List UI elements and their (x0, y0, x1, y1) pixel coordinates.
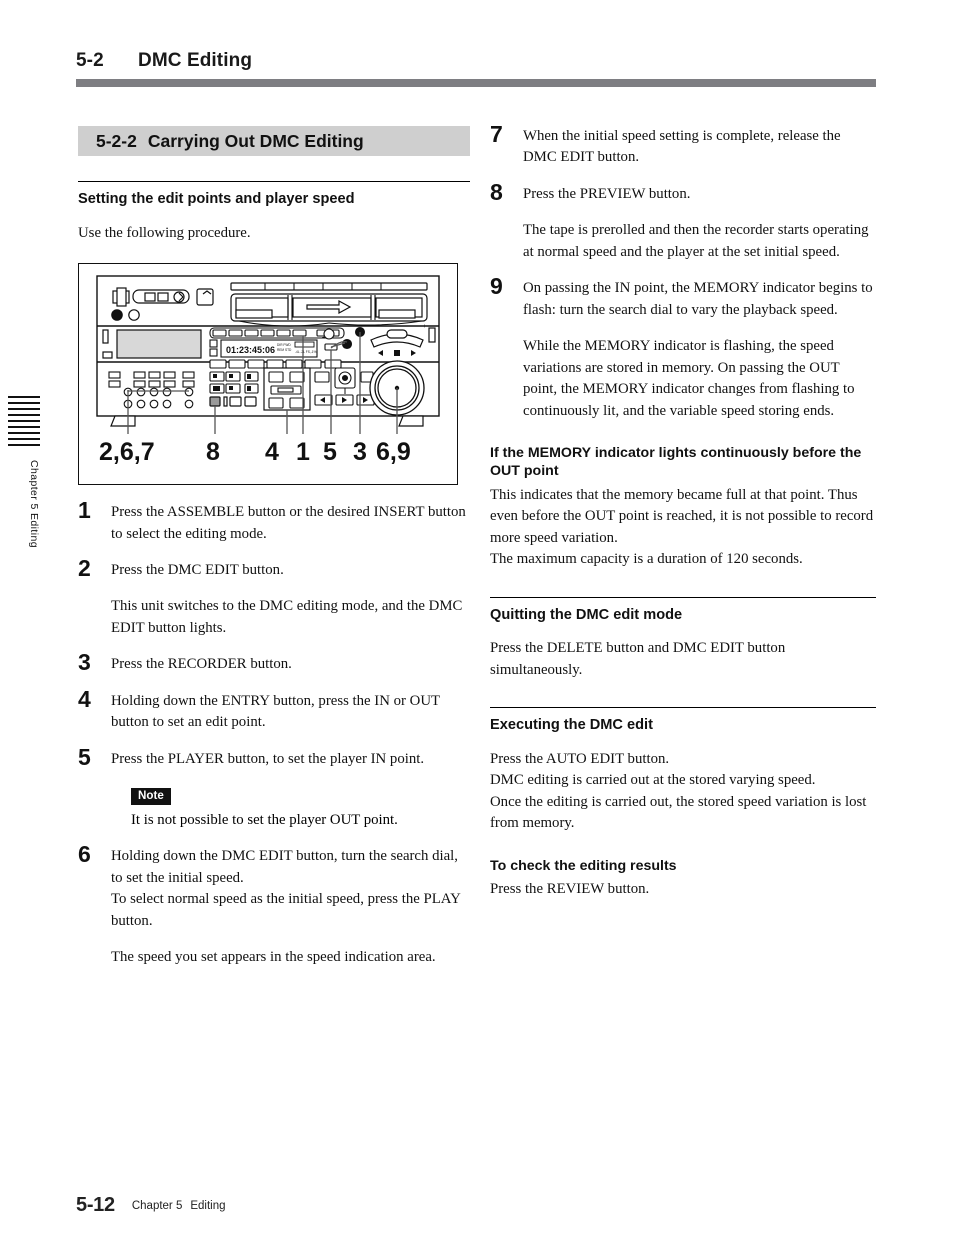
step-2: 2 Press the DMC EDIT button. This unit s… (78, 555, 470, 639)
note-text: It is not possible to set the player OUT… (131, 811, 398, 828)
check-results-body: Press the REVIEW button. (490, 881, 650, 898)
right-steps-list: 7 When the initial speed setting is comp… (490, 121, 876, 422)
step-4: 4 Holding down the ENTRY button, press t… (78, 686, 470, 734)
step-text: On passing the IN point, the MEMORY indi… (523, 280, 873, 318)
vtr-diagram: 01:23:45:06 DIR FWD REM STD -4L -2L FS,-… (96, 275, 440, 466)
running-head-number: 5-2 (76, 50, 104, 71)
executing-rule: Executing the DMC edit (490, 707, 876, 735)
footer-section: Editing (190, 1200, 226, 1212)
step-3: 3 Press the RECORDER button. (78, 649, 470, 675)
note-block: Note It is not possible to set the playe… (111, 786, 470, 831)
step-9: 9 On passing the IN point, the MEMORY in… (490, 273, 876, 422)
callout-267: 2,6,7 (99, 438, 155, 466)
chapter-thumb-tab: Chapter 5 Editing (8, 396, 40, 548)
svg-text:DIR FWD: DIR FWD (277, 343, 291, 347)
document-page: 5-2 DMC Editing Chapter 5 Editing 5-2-2 Ca… (0, 0, 954, 1244)
step-text: Press the PLAYER button, to set the play… (111, 750, 425, 767)
page-footer: 5-12 Chapter 5 Editing (76, 1194, 226, 1217)
step-text: Press the PREVIEW button. (523, 185, 691, 202)
chapter-tab-label: Chapter 5 Editing (28, 460, 40, 548)
callout-3: 3 (353, 438, 367, 466)
step-text: Press the RECORDER button. (111, 656, 292, 673)
running-head-title: DMC Editing (138, 50, 253, 71)
step-number: 6 (78, 841, 91, 868)
step-detail: The tape is prerolled and then the recor… (523, 222, 869, 260)
executing-heading: Executing the DMC edit (490, 717, 653, 734)
quitting-heading: Quitting the DMC edit mode (490, 606, 683, 623)
executing-body: Press the AUTO EDIT button. DMC editing … (490, 750, 867, 832)
section-title: Carrying Out DMC Editing (147, 131, 364, 151)
quitting-rule: Quitting the DMC edit mode (490, 596, 876, 625)
right-column: 7 When the initial speed setting is comp… (490, 121, 876, 901)
svg-text:-4L -2L FS,-1%: -4L -2L FS,-1% (295, 350, 317, 354)
step-text: Holding down the DMC EDIT button, turn t… (111, 848, 461, 929)
step-1: 1 Press the ASSEMBLE button or the desir… (78, 497, 470, 545)
step-number: 5 (78, 743, 91, 770)
vtr-front-panel-figure: 01:23:45:06 DIR FWD REM STD -4L -2L FS,-… (78, 263, 458, 486)
step-number: 3 (78, 649, 91, 676)
step-number: 2 (78, 555, 91, 582)
quitting-body: Press the DELETE button and DMC EDIT but… (490, 640, 786, 678)
step-number: 9 (490, 273, 503, 300)
step-detail: While the MEMORY indicator is flashing, … (523, 338, 855, 419)
thumb-tab-bars (8, 396, 40, 446)
step-text: Press the DMC EDIT button. (111, 562, 284, 579)
callout-1: 1 (296, 438, 310, 466)
section-heading: 5-2-2 Carrying Out DMC Editing (78, 126, 470, 156)
running-head: 5-2 DMC Editing (76, 50, 876, 72)
callout-69: 6,9 (376, 438, 411, 466)
running-head-rule (76, 79, 876, 87)
footer-page-number: 5-12 (76, 1194, 115, 1216)
step-number: 4 (78, 685, 91, 712)
step-number: 1 (78, 497, 91, 524)
step-5: 5 Press the PLAYER button, to set the pl… (78, 744, 470, 832)
left-steps-list: 1 Press the ASSEMBLE button or the desir… (78, 497, 470, 968)
svg-text:+: + (322, 335, 325, 341)
step-detail: The speed you set appears in the speed i… (111, 949, 436, 966)
step-text: Holding down the ENTRY button, press the… (111, 692, 440, 731)
memory-note-body: This indicates that the memory became fu… (490, 486, 874, 568)
memory-note-heading: If the MEMORY indicator lights continuou… (490, 444, 862, 480)
section-number: 5-2-2 (96, 131, 137, 151)
step-detail: This unit switches to the DMC editing mo… (111, 598, 463, 636)
callout-8: 8 (206, 438, 220, 466)
timecode-value: 01:23:45:06 (226, 345, 275, 355)
svg-text:+: + (423, 324, 427, 330)
left-intro: Use the following procedure. (78, 224, 251, 241)
left-heading: Setting the edit points and player speed (78, 191, 355, 207)
subsection-rule: Setting the edit points and player speed (78, 181, 470, 209)
note-badge: Note (131, 788, 171, 805)
left-column: 5-2-2 Carrying Out DMC Editing Setting th… (78, 126, 470, 969)
step-text: When the initial speed setting is comple… (523, 128, 841, 166)
step-text: Press the ASSEMBLE button or the desired… (111, 504, 466, 542)
step-8: 8 Press the PREVIEW button. The tape is … (490, 179, 876, 263)
svg-text:REM STD: REM STD (277, 348, 292, 352)
step-number: 8 (490, 178, 503, 205)
check-results-heading: To check the editing results (490, 857, 677, 874)
step-number: 7 (490, 121, 503, 147)
callout-5: 5 (323, 438, 337, 466)
step-6: 6 Holding down the DMC EDIT button, turn… (78, 841, 470, 968)
callout-4: 4 (265, 438, 279, 466)
footer-chapter: Chapter 5 (131, 1200, 183, 1212)
step-7: 7 When the initial speed setting is comp… (490, 121, 876, 169)
